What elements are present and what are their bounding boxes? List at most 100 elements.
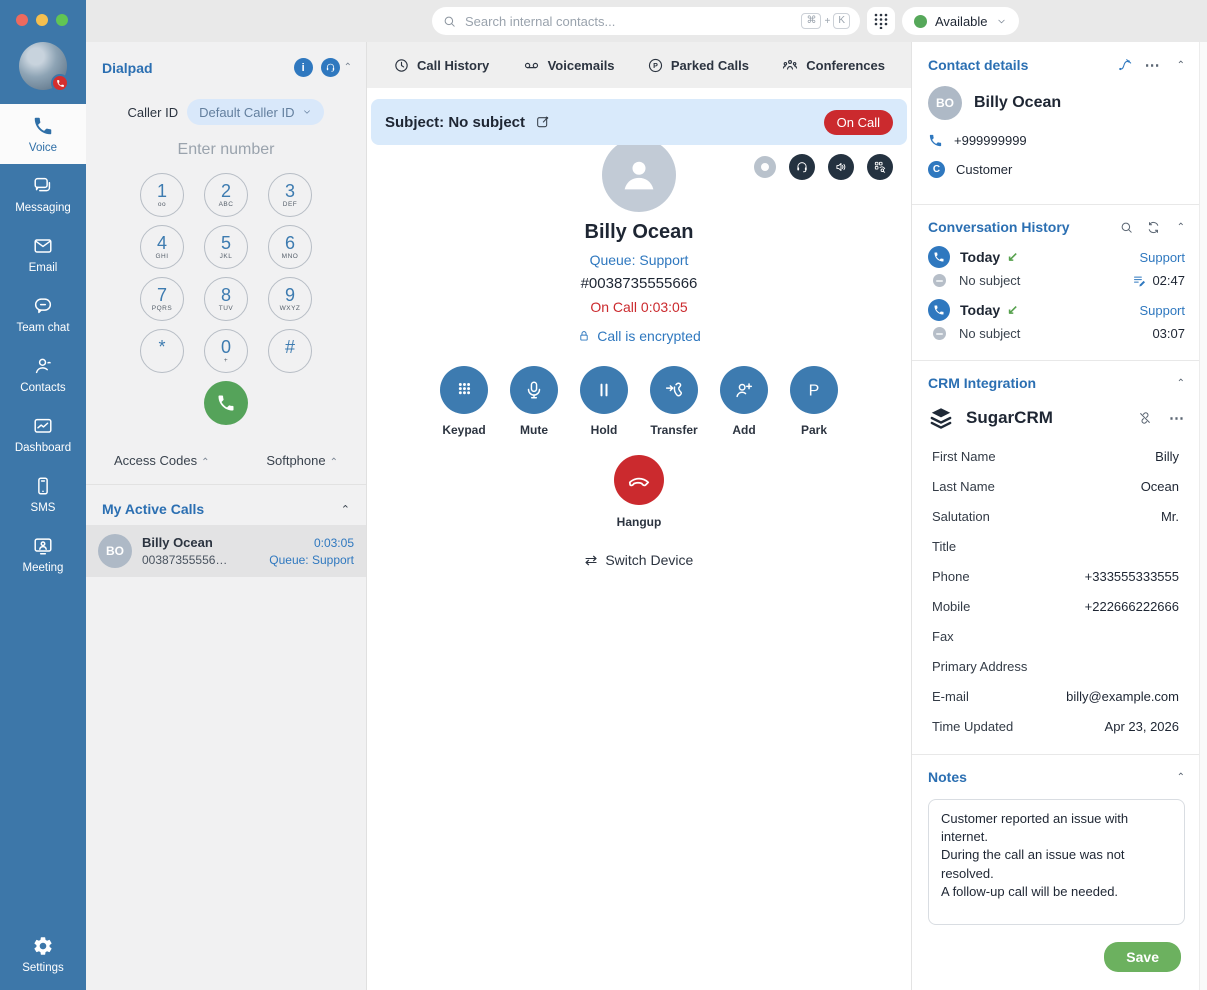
envelope-icon <box>32 235 54 257</box>
record-indicator-icon[interactable] <box>754 156 776 178</box>
collapse-active-calls-chevron[interactable]: ⌃ <box>341 503 350 516</box>
access-codes-toggle[interactable]: Access Codes⌃ <box>114 453 209 468</box>
keypad-key[interactable]: # <box>268 329 312 373</box>
sidebar-item-label: Contacts <box>20 382 65 394</box>
active-call-name: Billy Ocean <box>142 535 259 550</box>
sidebar-item-email[interactable]: Email <box>0 224 86 284</box>
keypad-key[interactable]: 4 GHI <box>140 225 184 269</box>
k-key-badge: K <box>833 13 850 29</box>
softphone-toggle[interactable]: Softphone⌃ <box>266 453 338 468</box>
save-button[interactable]: Save <box>1104 942 1181 972</box>
close-window-button[interactable] <box>16 14 28 26</box>
park-action-button[interactable]: P Park <box>790 366 838 437</box>
minimize-window-button[interactable] <box>36 14 48 26</box>
crm-field-label: Title <box>932 539 956 554</box>
audio-device-row <box>754 154 893 180</box>
subject-status-icon <box>933 274 946 287</box>
crm-integration-title: CRM Integration <box>928 375 1036 391</box>
sidebar-item-voice[interactable]: Voice <box>0 104 86 164</box>
sidebar-item-dashboard[interactable]: Dashboard <box>0 404 86 464</box>
active-call-row[interactable]: BO Billy Ocean 00387355556… 0:03:05 Queu… <box>86 525 366 577</box>
nav-sidebar: Voice Messaging Email Team chat Contacts… <box>0 0 86 990</box>
edit-subject-icon[interactable] <box>535 114 551 130</box>
encryption-indicator: Call is encrypted <box>577 328 701 344</box>
global-search: ⌘ + K <box>432 7 860 35</box>
keypad-key[interactable]: 8 TUV <box>204 277 248 321</box>
crm-more-options-icon[interactable]: ⋯ <box>1169 409 1185 427</box>
dialpad-grid-button[interactable] <box>867 7 895 35</box>
lock-icon <box>577 329 591 343</box>
mute-action-button[interactable]: Mute <box>510 366 558 437</box>
tab-conferences[interactable]: Conferences <box>781 57 885 74</box>
more-options-icon[interactable]: ⋯ <box>1145 56 1161 74</box>
inbound-arrow-icon: ↙ <box>1007 302 1018 318</box>
keypad-icon <box>453 379 475 401</box>
dialpad-title: Dialpad <box>102 60 153 76</box>
search-history-icon[interactable] <box>1119 220 1134 235</box>
refresh-icon[interactable] <box>1146 220 1161 235</box>
call-note-icon[interactable] <box>1132 273 1147 288</box>
keypad-device-icon[interactable] <box>867 154 893 180</box>
unlink-icon[interactable] <box>1137 410 1153 426</box>
search-input[interactable] <box>465 14 801 29</box>
history-subject: No subject <box>959 273 1020 288</box>
call-button[interactable] <box>204 381 248 425</box>
keypad-key[interactable]: * <box>140 329 184 373</box>
notes-section: Notes ⌃ Customer reported an issue with … <box>912 755 1199 990</box>
transfer-action-button[interactable]: Transfer <box>650 366 698 437</box>
hold-action-button[interactable]: Hold <box>580 366 628 437</box>
tab-voicemails[interactable]: Voicemails <box>522 57 615 74</box>
number-input[interactable] <box>126 141 326 159</box>
keypad-key[interactable]: 7 PQRS <box>140 277 184 321</box>
keypad-key[interactable]: 0 + <box>204 329 248 373</box>
headset-toggle-icon[interactable] <box>321 58 340 77</box>
scrollbar-track[interactable] <box>1199 42 1207 990</box>
keypad-key[interactable]: 1 oo <box>140 173 184 217</box>
callee-queue: Queue: Support <box>590 252 689 268</box>
history-entry[interactable]: Today ↙ Support No subject <box>928 246 1185 288</box>
pause-icon <box>594 380 614 400</box>
speaker-device-icon[interactable] <box>828 154 854 180</box>
sidebar-item-sms[interactable]: SMS <box>0 464 86 524</box>
collapse-notes-chevron[interactable]: ⌃ <box>1177 772 1185 783</box>
keypad-key[interactable]: 2 ABC <box>204 173 248 217</box>
crm-field-value: Apr 23, 2026 <box>1105 719 1185 734</box>
journey-icon[interactable] <box>1117 57 1133 73</box>
collapse-history-chevron[interactable]: ⌃ <box>1177 222 1185 233</box>
keypad-key[interactable]: 3 DEF <box>268 173 312 217</box>
dialpad-grid-icon <box>874 13 888 29</box>
zoom-window-button[interactable] <box>56 14 68 26</box>
keypad-action-button[interactable]: Keypad <box>440 366 488 437</box>
info-icon[interactable]: i <box>294 58 313 77</box>
sidebar-item-settings[interactable]: Settings <box>0 924 86 984</box>
crm-field-row: Salutation Mr. <box>928 501 1185 531</box>
sidebar-item-team-chat[interactable]: Team chat <box>0 284 86 344</box>
access-codes-label: Access Codes <box>114 453 197 468</box>
history-entry[interactable]: Today ↙ Support No subject <box>928 299 1185 341</box>
collapse-contact-chevron[interactable]: ⌃ <box>1177 60 1185 71</box>
sidebar-item-contacts[interactable]: Contacts <box>0 344 86 404</box>
collapse-crm-chevron[interactable]: ⌃ <box>1177 378 1185 389</box>
sidebar-item-messaging[interactable]: Messaging <box>0 164 86 224</box>
hangup-button[interactable]: Hangup <box>614 455 664 529</box>
tab-parked-calls[interactable]: P Parked Calls <box>647 57 749 74</box>
headset-device-icon[interactable] <box>789 154 815 180</box>
keypad-key[interactable]: 9 WXYZ <box>268 277 312 321</box>
key-letters: ABC <box>219 201 234 209</box>
keypad-key[interactable]: 5 JKL <box>204 225 248 269</box>
caller-id-select[interactable]: Default Caller ID <box>187 99 324 125</box>
subject-status-icon <box>933 327 946 340</box>
crm-field-value: +333555333555 <box>1085 569 1185 584</box>
sidebar-item-meeting[interactable]: Meeting <box>0 524 86 584</box>
notes-textarea[interactable]: Customer reported an issue with internet… <box>928 799 1185 925</box>
on-call-status-badge: On Call <box>824 110 893 135</box>
collapse-dialpad-chevron[interactable]: ⌃ <box>344 62 352 73</box>
tab-call-history[interactable]: Call History <box>393 57 489 74</box>
keypad-key[interactable]: 6 MNO <box>268 225 312 269</box>
contact-initials-avatar: BO <box>928 86 962 120</box>
switch-device-button[interactable]: ⇄ Switch Device <box>585 551 694 569</box>
presence-status-selector[interactable]: Available <box>902 7 1019 35</box>
user-avatar[interactable] <box>19 42 67 90</box>
customer-type-icon: C <box>928 161 945 178</box>
add-participant-action-button[interactable]: Add <box>720 366 768 437</box>
